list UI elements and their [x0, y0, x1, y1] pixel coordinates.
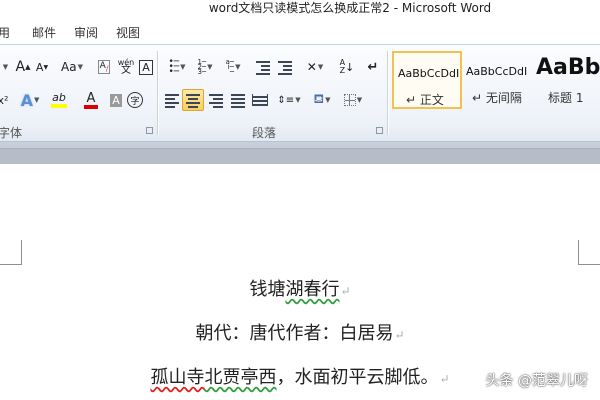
- line-spacing-button[interactable]: ⇕≡ ▼: [276, 90, 302, 110]
- style-sample: AaBbCcDdI: [466, 65, 528, 78]
- doc-line-author[interactable]: 朝代：唐代作者：白居易↵: [0, 319, 600, 345]
- paragraph-group-label: 段落: [252, 126, 277, 140]
- clear-format-button[interactable]: A∕: [94, 57, 114, 77]
- shading-button[interactable]: ⛾ ▼: [308, 90, 336, 110]
- highlighter-icon: ab: [52, 91, 66, 104]
- align-center-button[interactable]: [182, 89, 204, 111]
- justify-button[interactable]: [228, 90, 248, 110]
- tab-view[interactable]: 视图: [116, 24, 140, 41]
- increase-indent-button[interactable]: [276, 57, 294, 77]
- styles-gallery: AaBbCcDdI ↵ 正文 AaBbCcDdI ↵ 无间隔 AaBb 标题 1: [392, 51, 600, 111]
- grow-font-button[interactable]: A ▲: [14, 57, 32, 77]
- highlight-color-bar: [51, 104, 67, 108]
- font-color-icon: A: [86, 90, 96, 106]
- paragraph-mark-icon: ↵: [367, 59, 379, 75]
- borders-icon: [343, 94, 356, 106]
- char-shading-icon: A: [110, 93, 122, 107]
- change-case-button[interactable]: Aa ▼: [58, 57, 86, 77]
- paint-bucket-icon: ⛾: [313, 91, 325, 107]
- numbering-button[interactable]: 1─ 2─ 3─ ▼: [192, 57, 218, 77]
- show-marks-button[interactable]: ↵: [366, 57, 380, 77]
- crop-mark: [578, 264, 600, 265]
- align-center-icon: [186, 94, 200, 108]
- ruler-area: [0, 142, 600, 165]
- doc-line-title[interactable]: 钱塘湖春行↵: [0, 275, 600, 301]
- bullets-button[interactable]: •─ •─ •─ ▼: [164, 57, 190, 77]
- style-no-spacing[interactable]: AaBbCcDdI ↵ 无间隔: [462, 51, 532, 109]
- font-color-bar: [84, 104, 98, 109]
- asian-layout-button[interactable]: ✕ ▼: [302, 57, 328, 77]
- enclose-char-button[interactable]: 字: [126, 90, 144, 110]
- spellcheck-squiggle: 孤山寺: [150, 367, 205, 388]
- change-case-icon: Aa: [61, 60, 77, 74]
- grammar-squiggle: 北贾亭西: [204, 367, 277, 388]
- font-dialog-launcher[interactable]: [146, 127, 153, 134]
- align-left-button[interactable]: [162, 90, 182, 110]
- title-bar: word文档只读模式怎么换成正常2 - Microsoft Word: [0, 0, 600, 16]
- clear-format-icon: A∕: [97, 60, 111, 74]
- font-color-button[interactable]: A: [78, 90, 104, 110]
- borders-button[interactable]: ▼: [340, 90, 366, 110]
- superscript-button[interactable]: x²: [0, 90, 10, 110]
- bullet-list-icon: •─ •─ •─: [168, 56, 180, 77]
- text-effects-icon: A: [20, 90, 33, 110]
- increase-indent-icon: [278, 61, 292, 75]
- crop-mark: [21, 240, 22, 265]
- grammar-squiggle: 湖春行: [285, 279, 340, 300]
- multilevel-list-button[interactable]: a─ i─ ─ ▼: [220, 57, 246, 77]
- tab-review[interactable]: 审阅: [74, 24, 98, 41]
- paragraph-dialog-launcher[interactable]: [376, 127, 383, 134]
- justify-icon: [231, 94, 245, 108]
- multilevel-list-icon: a─ i─ ─: [225, 57, 235, 76]
- highlight-button[interactable]: ab: [46, 90, 72, 110]
- text-effects-button[interactable]: A ▼: [18, 90, 42, 110]
- asian-layout-icon: ✕: [306, 60, 317, 74]
- decrease-indent-icon: [256, 61, 270, 75]
- group-separator: [157, 51, 158, 135]
- font-size-dropdown[interactable]: ▼: [0, 57, 10, 77]
- line-spacing-icon: ⇕≡: [277, 94, 295, 106]
- char-border-icon: A: [139, 59, 153, 75]
- align-right-icon: [209, 94, 223, 108]
- style-heading-1[interactable]: AaBb 标题 1: [532, 51, 600, 109]
- align-left-icon: [165, 94, 179, 108]
- ribbon: ▼ A ▲ A ▼ Aa ▼ A∕ wén 文 A x² A ▼ ab A A 字 字体 …: [0, 44, 600, 142]
- crop-mark: [578, 240, 579, 265]
- style-name: ↵ 无间隔: [472, 91, 522, 105]
- style-sample: AaBb: [536, 55, 600, 80]
- char-shading-button[interactable]: A: [108, 90, 124, 110]
- phonetic-guide-button[interactable]: wén 文: [116, 57, 136, 77]
- tab-mailings[interactable]: 邮件: [32, 24, 56, 41]
- shrink-font-button[interactable]: A ▼: [34, 57, 50, 77]
- paragraph-mark: ↵: [439, 372, 450, 386]
- style-sample: AaBbCcDdI: [398, 67, 460, 80]
- grow-font-icon: A: [15, 59, 26, 75]
- ribbon-tabs: 用 邮件 审阅 视图: [0, 20, 600, 44]
- style-name: 标题 1: [548, 91, 584, 105]
- tab-home[interactable]: 用: [0, 24, 10, 41]
- paragraph-mark: ↵: [340, 284, 351, 298]
- chevron-down-icon: ▼: [2, 63, 9, 71]
- style-name: ↵ 正文: [406, 93, 444, 107]
- enclose-char-icon: 字: [127, 92, 143, 108]
- distributed-button[interactable]: [250, 90, 270, 110]
- window-title: word文档只读模式怎么换成正常2 - Microsoft Word: [208, 1, 492, 15]
- char-border-button[interactable]: A: [138, 57, 154, 77]
- superscript-icon: x²: [0, 93, 9, 107]
- font-group-label: 字体: [0, 126, 23, 140]
- numbered-list-icon: 1─ 2─ 3─: [197, 57, 207, 76]
- shrink-font-icon: A: [35, 60, 44, 74]
- sort-button[interactable]: A Z ↓: [338, 57, 356, 77]
- crop-mark: [0, 264, 22, 265]
- group-separator: [387, 51, 388, 135]
- document-page[interactable]: 钱塘湖春行↵ 朝代：唐代作者：白居易↵ 孤山寺北贾亭西，水面初平云脚低。↵ 头条…: [0, 164, 600, 400]
- style-normal[interactable]: AaBbCcDdI ↵ 正文: [392, 51, 462, 109]
- align-right-button[interactable]: [206, 90, 226, 110]
- decrease-indent-button[interactable]: [254, 57, 272, 77]
- paragraph-mark: ↵: [394, 328, 405, 342]
- source-watermark: 头条 @范翠儿呀: [485, 373, 588, 389]
- distributed-icon: [252, 94, 268, 106]
